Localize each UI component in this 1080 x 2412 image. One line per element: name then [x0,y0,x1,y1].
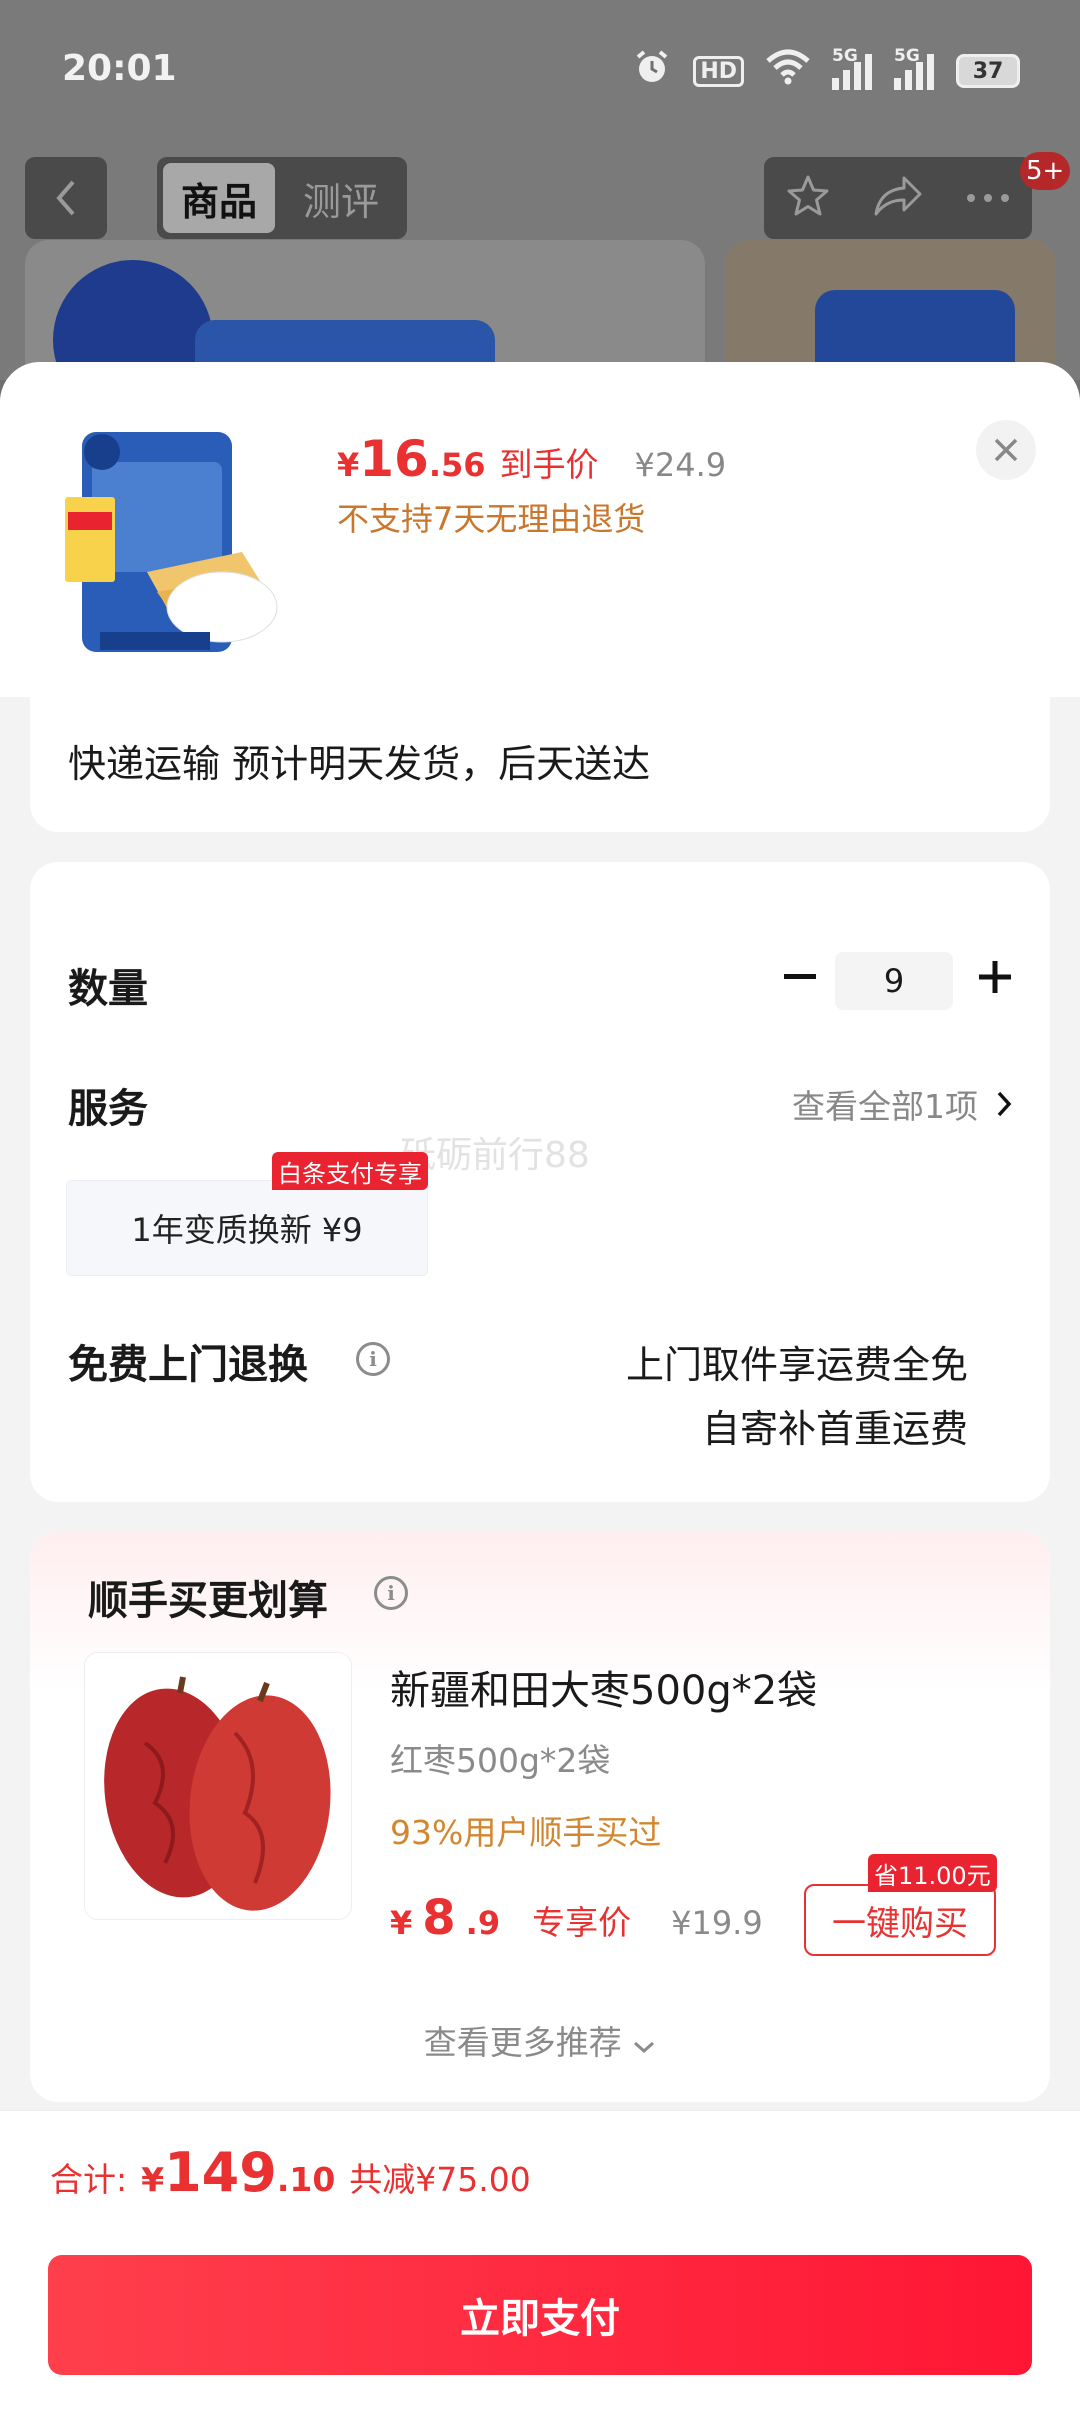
return-info-line-1: 上门取件享运费全免 [625,1343,968,1387]
tab-review[interactable]: 测评 [285,163,397,233]
shipping-card: 快递运输 预计明天发货，后天送达 [30,697,1050,832]
shipping-info: 快递运输 预计明天发货，后天送达 [68,742,651,786]
recommend-original-price: ¥19.9 [671,1904,763,1942]
alarm-icon [633,48,671,94]
return-info-line-2: 自寄补首重运费 [701,1407,968,1451]
recommend-item-name[interactable]: 新疆和田大枣500g*2袋 [390,1658,817,1716]
recommend-price-label: 专享价 [532,1903,632,1942]
checkout-footer: 合计: ¥ 149 .10 共减¥75.00 立即支付 [0,2110,1080,2412]
quantity-decrease-button[interactable] [775,952,825,1002]
quantity-label: 数量 [68,966,148,1012]
minus-icon [784,974,816,979]
total-discount: 共减¥75.00 [349,2160,531,2199]
total-amount: 149 [164,2141,277,2204]
price-tag: 到手价 [499,445,599,484]
status-bar: 20:01 HD 5G 5G 37 [0,0,1080,140]
more-icon[interactable] [965,189,1011,208]
purchase-sheet: ¥ 16 .56 到手价 ¥24.9 不支持7天无理由退货 快递运输 预计明天发… [0,362,1080,2412]
chevron-right-icon [997,1091,1012,1117]
recommend-info-icon[interactable]: i [374,1576,408,1610]
quantity-increase-button[interactable] [970,952,1020,1002]
free-return-label: 免费上门退换 [68,1342,308,1388]
chevron-left-icon [56,180,75,216]
nav-actions [764,157,1032,239]
recommend-item-spec: 红枣500g*2袋 [390,1741,611,1780]
tab-product[interactable]: 商品 [163,163,276,233]
hd-icon: HD [693,55,744,87]
return-policy: 不支持7天无理由退货 [337,500,646,538]
recommend-card: 顺手买更划算 i 新疆和田大枣500g*2袋 红枣500g*2袋 93%用户顺手… [30,1532,1050,2102]
back-button[interactable] [25,157,107,239]
original-price: ¥24.9 [634,446,727,484]
product-thumbnail [62,422,287,662]
recommend-social-proof: 93%用户顺手买过 [390,1813,662,1852]
status-time: 20:01 [62,48,177,89]
total-row: 合计: ¥ 149 .10 共减¥75.00 [50,2141,531,2204]
info-icon[interactable]: i [356,1342,390,1376]
nav-tabs: 商品 测评 [157,157,407,239]
signal-icon: 5G [832,46,872,90]
wifi-icon [766,49,810,93]
signal-icon-2: 5G [894,46,934,90]
status-icons: HD 5G 5G 37 [633,46,1020,94]
product-header: ¥ 16 .56 到手价 ¥24.9 不支持7天无理由退货 [0,362,1080,697]
view-all-services-link[interactable]: 查看全部1项 [792,1080,1012,1128]
service-badge: 白条支付专享 [272,1152,428,1190]
one-click-buy-button[interactable]: 一键购买 [804,1884,996,1956]
battery-icon: 37 [956,54,1020,88]
pay-now-button[interactable]: 立即支付 [48,2255,1032,2375]
recommend-item-image[interactable] [84,1652,352,1920]
options-card: 数量 9 服务 查看全部1项 砥砺前行88 1年变质换新 ¥9 白条支付专享 免… [30,862,1050,1502]
service-option-chip[interactable]: 1年变质换新 ¥9 [66,1180,428,1276]
quantity-input[interactable]: 9 [835,952,953,1010]
recommend-price-row: ¥ 8 .9 专享价 ¥19.9 [390,1890,763,1946]
save-amount-badge: 省11.00元 [868,1854,997,1892]
recommend-title: 顺手买更划算 [88,1578,328,1624]
price-row: ¥ 16 .56 到手价 ¥24.9 [337,430,726,488]
close-icon [994,438,1018,462]
service-label: 服务 [68,1086,148,1132]
share-icon[interactable] [872,174,924,222]
plus-icon [979,961,1011,993]
view-more-recommendations-link[interactable]: 查看更多推荐 [30,2016,1050,2064]
message-badge: 5+ [1020,152,1071,190]
total-label: 合计: [50,2160,128,2199]
star-icon[interactable] [785,173,831,223]
chevron-down-icon [634,2041,655,2054]
current-price: ¥ 16 .56 [337,430,486,488]
close-button[interactable] [976,420,1036,480]
watermark: 砥砺前行88 [400,1135,590,1176]
